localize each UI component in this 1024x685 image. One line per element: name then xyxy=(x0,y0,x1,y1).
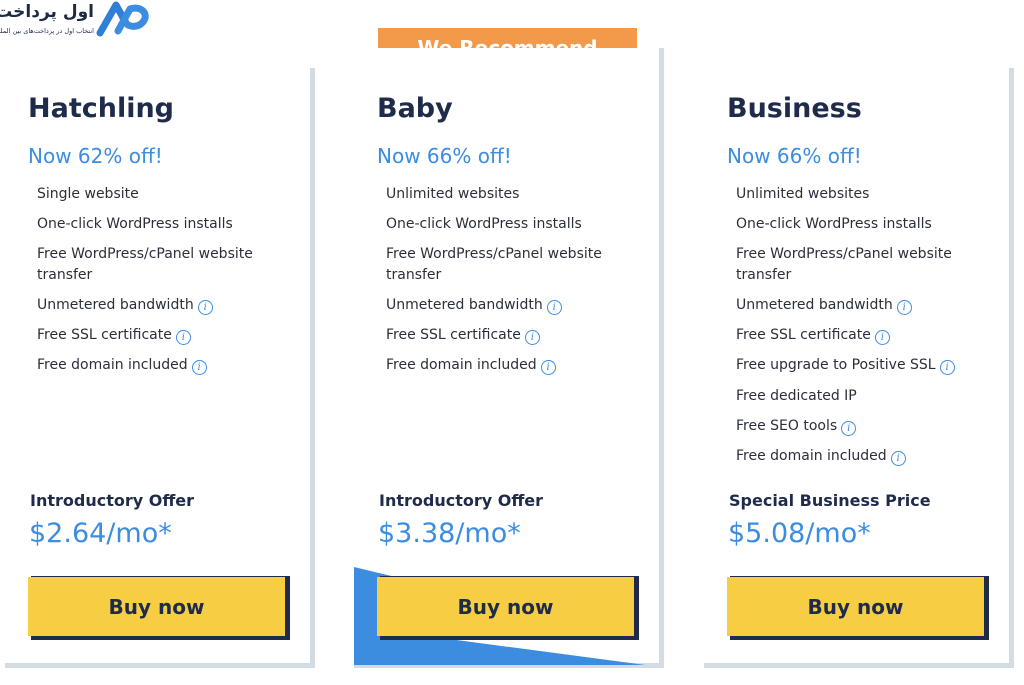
feature-text: Free domain included xyxy=(736,448,887,464)
plan-name: Business xyxy=(727,93,862,124)
feature-text: Unmetered bandwidth xyxy=(736,297,893,314)
feature-item: Single website xyxy=(37,184,307,205)
feature-text: Free SEO tools xyxy=(736,417,838,434)
feature-item: One-click WordPress installs xyxy=(386,214,656,235)
plan-discount: Now 62% off! xyxy=(28,144,163,168)
feature-text: Single website xyxy=(37,186,139,202)
feature-text: Free SSL certificate xyxy=(386,327,521,344)
plan-card-hatchling: Hatchling Now 62% off! Single website One… xyxy=(5,68,315,668)
card-frame-right xyxy=(659,48,664,668)
info-icon[interactable]: i xyxy=(546,300,562,316)
feature-list: Unlimited websites One-click WordPress in… xyxy=(736,184,1006,476)
feature-text: Free domain included xyxy=(386,357,537,374)
plan-name: Hatchling xyxy=(28,93,175,124)
feature-item: Free domain included i xyxy=(37,355,307,376)
feature-text: Free SSL certificate xyxy=(736,327,871,344)
offer-label: Introductory Offer xyxy=(30,491,195,510)
info-icon[interactable]: i xyxy=(524,330,540,346)
info-icon[interactable]: i xyxy=(191,360,207,376)
feature-item: Free SSL certificate i xyxy=(37,325,307,346)
feature-item: Unmetered bandwidth i xyxy=(37,295,307,316)
card-frame-bottom xyxy=(5,663,315,668)
info-icon[interactable]: i xyxy=(540,360,556,376)
card-frame-right xyxy=(1009,68,1014,668)
buy-now-button-baby[interactable]: Buy now xyxy=(377,577,634,636)
feature-text: Free WordPress/cPanel website transfer xyxy=(386,246,602,283)
feature-text: Unmetered bandwidth xyxy=(386,297,543,314)
feature-item: Unmetered bandwidth i xyxy=(386,295,656,316)
feature-text: Free WordPress/cPanel website transfer xyxy=(37,246,253,283)
plan-card-baby: Baby Now 66% off! Unlimited websites One-… xyxy=(354,48,664,668)
info-icon[interactable]: i xyxy=(874,330,890,346)
card-frame-right xyxy=(310,68,315,668)
feature-item: Free WordPress/cPanel website transfer xyxy=(386,244,656,285)
info-icon[interactable]: i xyxy=(896,300,912,316)
info-icon[interactable]: i xyxy=(939,360,955,376)
feature-item: Free SSL certificate i xyxy=(736,325,1006,346)
plan-card-business: Business Now 66% off! Unlimited websites… xyxy=(704,68,1014,668)
feature-text: Free dedicated IP xyxy=(736,387,857,404)
feature-item: Free WordPress/cPanel website transfer xyxy=(736,244,1006,285)
info-icon[interactable]: i xyxy=(890,451,906,466)
feature-text: Free domain included xyxy=(37,357,188,374)
feature-item: Free domain included i xyxy=(386,355,656,376)
offer-label: Introductory Offer xyxy=(379,491,544,510)
feature-item: Free SSL certificate i xyxy=(386,325,656,346)
feature-text: Free WordPress/cPanel website transfer xyxy=(736,246,952,283)
feature-item: Unlimited websites xyxy=(386,184,656,205)
plan-discount: Now 66% off! xyxy=(377,144,512,168)
offer-label: Special Business Price xyxy=(729,491,931,510)
plan-price: $2.64/mo* xyxy=(29,518,172,549)
logo-tagline: انتخاب اول در پرداخت‌های بین المللی xyxy=(0,27,94,35)
feature-item: Free domain included i xyxy=(736,446,1006,467)
feature-item: One-click WordPress installs xyxy=(37,214,307,235)
feature-text: Unmetered bandwidth xyxy=(37,297,194,314)
feature-item: Free dedicated IP xyxy=(736,386,1006,407)
info-icon[interactable]: i xyxy=(841,420,857,436)
site-logo[interactable]: اول پرداخت انتخاب اول در پرداخت‌های بین … xyxy=(0,0,152,42)
plan-price: $3.38/mo* xyxy=(378,518,521,549)
feature-list: Single website One-click WordPress instal… xyxy=(37,184,307,386)
feature-item: Unmetered bandwidth i xyxy=(736,295,1006,316)
feature-item: Unlimited websites xyxy=(736,184,1006,205)
buy-now-button-hatchling[interactable]: Buy now xyxy=(28,577,285,636)
info-icon[interactable]: i xyxy=(197,300,213,316)
buy-now-button-business[interactable]: Buy now xyxy=(727,577,984,636)
feature-text: One-click WordPress installs xyxy=(386,216,582,233)
feature-text: One-click WordPress installs xyxy=(37,216,233,233)
info-icon[interactable]: i xyxy=(175,330,191,346)
plan-name: Baby xyxy=(377,93,453,124)
logo-wordmark: اول پرداخت xyxy=(0,2,94,22)
feature-text: One-click WordPress installs xyxy=(736,216,932,233)
card-frame-bottom xyxy=(704,663,1014,668)
feature-list: Unlimited websites One-click WordPress in… xyxy=(386,184,656,386)
feature-item: One-click WordPress installs xyxy=(736,214,1006,235)
feature-item: Free upgrade to Positive SSL i xyxy=(736,355,1006,376)
feature-item: Free SEO tools i xyxy=(736,416,1006,437)
plan-discount: Now 66% off! xyxy=(727,144,862,168)
feature-item: Free WordPress/cPanel website transfer xyxy=(37,244,307,285)
feature-text: Unlimited websites xyxy=(736,186,870,202)
logo-mark-icon xyxy=(96,1,149,37)
plan-price: $5.08/mo* xyxy=(728,518,871,549)
feature-text: Free upgrade to Positive SSL xyxy=(736,357,936,374)
feature-text: Free SSL certificate xyxy=(37,327,172,344)
feature-text: Unlimited websites xyxy=(386,186,520,202)
